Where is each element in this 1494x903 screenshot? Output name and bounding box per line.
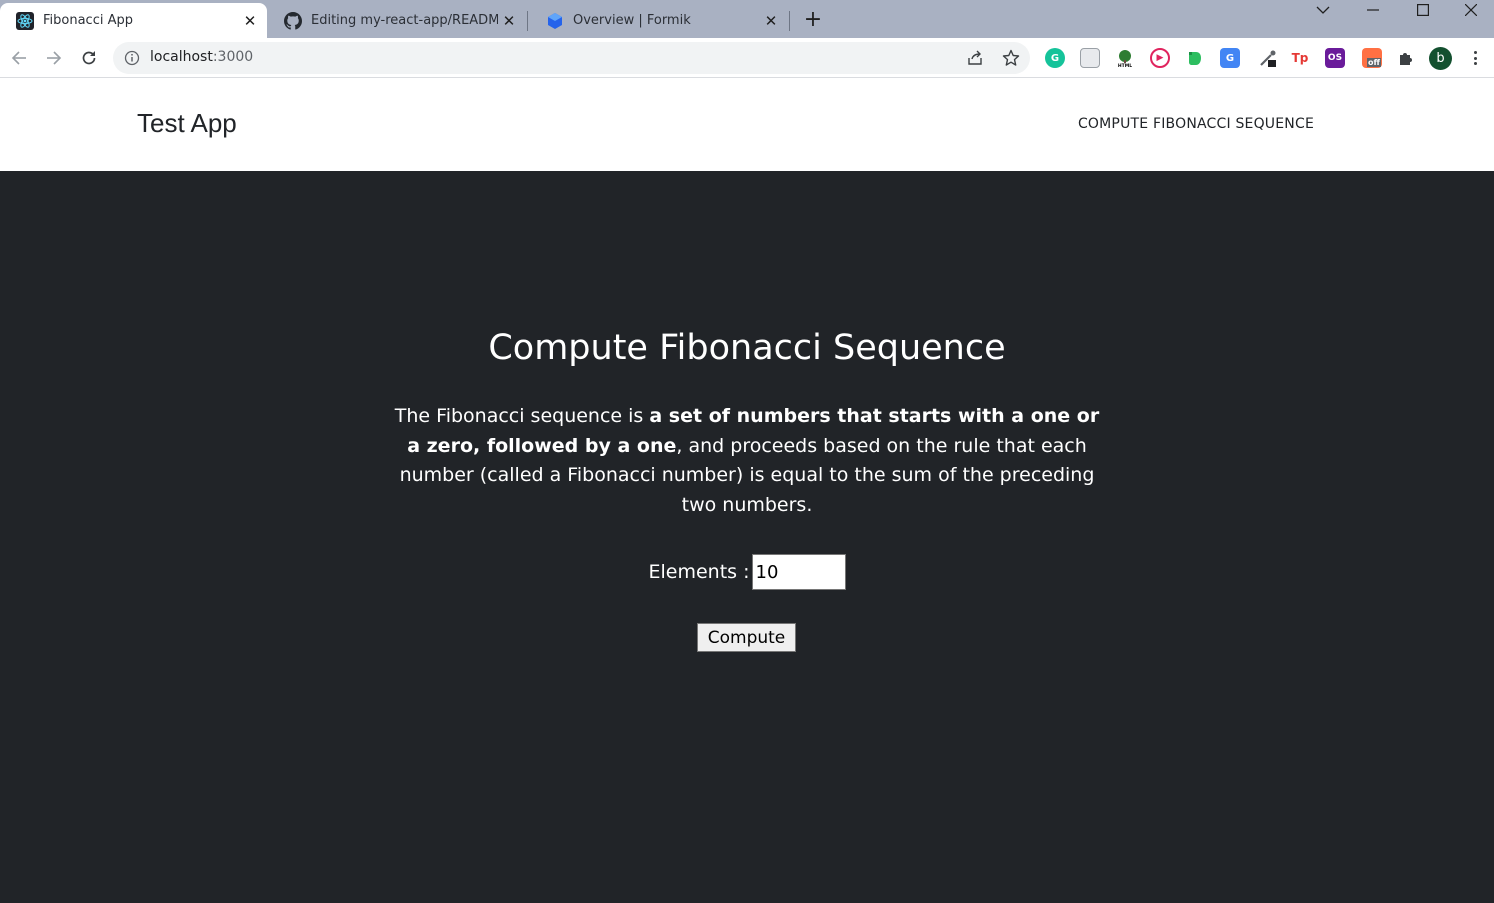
browser-menu-icon[interactable] xyxy=(1466,48,1484,68)
back-arrow-icon[interactable] xyxy=(5,44,33,72)
info-icon[interactable] xyxy=(124,50,140,66)
main-content: Compute Fibonacci Sequence The Fibonacci… xyxy=(0,171,1494,903)
bookmark-star-icon[interactable] xyxy=(1002,49,1020,67)
reload-icon[interactable] xyxy=(75,44,103,72)
nav-link-compute-fibonacci[interactable]: COMPUTE FIBONACCI SEQUENCE xyxy=(1078,116,1314,132)
forward-arrow-icon[interactable] xyxy=(40,44,68,72)
tab-separator xyxy=(527,11,528,31)
url-port: :3000 xyxy=(212,49,254,65)
tab-title: Fibonacci App xyxy=(43,13,133,28)
app-header: Test App COMPUTE FIBONACCI SEQUENCE xyxy=(0,78,1494,171)
tab-search-chevron-icon[interactable] xyxy=(1300,0,1346,20)
close-icon[interactable]: ✕ xyxy=(760,10,782,32)
page-title: Compute Fibonacci Sequence xyxy=(488,328,1006,368)
play-icon[interactable]: ▶ xyxy=(1150,48,1170,68)
svg-text:HTML: HTML xyxy=(1118,63,1132,68)
page-icon[interactable] xyxy=(1080,48,1100,68)
compute-button[interactable]: Compute xyxy=(697,623,796,652)
tab-github-readme[interactable]: Editing my-react-app/README.md ✕ xyxy=(268,3,526,38)
new-tab-button[interactable]: + xyxy=(800,6,826,32)
elements-input[interactable] xyxy=(751,554,846,590)
grammarly-icon[interactable]: G xyxy=(1045,48,1065,68)
tp-icon[interactable]: Tp xyxy=(1290,48,1310,68)
formik-icon xyxy=(546,12,564,30)
html-tree-icon[interactable]: HTML xyxy=(1115,48,1135,68)
description-text: The Fibonacci sequence is a set of numbe… xyxy=(392,402,1102,520)
elements-form-row: Elements : xyxy=(0,554,1494,590)
address-bar[interactable]: localhost:3000 xyxy=(113,42,1030,74)
tab-title: Overview | Formik xyxy=(573,13,691,28)
close-icon[interactable]: ✕ xyxy=(498,10,520,32)
profile-avatar[interactable]: b xyxy=(1429,47,1452,70)
eyedropper-icon[interactable] xyxy=(1258,48,1278,68)
tab-separator xyxy=(789,11,790,31)
puzzle-icon[interactable] xyxy=(1396,48,1416,68)
browser-tab-strip: Fibonacci App ✕ Editing my-react-app/REA… xyxy=(0,0,1494,38)
elements-label: Elements : xyxy=(648,561,750,583)
url-text: localhost:3000 xyxy=(150,49,253,65)
os-icon[interactable]: OS xyxy=(1325,48,1345,68)
react-icon xyxy=(16,11,34,30)
github-icon xyxy=(284,11,302,30)
app-brand[interactable]: Test App xyxy=(137,108,237,139)
tab-fibonacci-app[interactable]: Fibonacci App ✕ xyxy=(0,3,267,38)
share-icon[interactable] xyxy=(966,49,984,67)
evernote-icon[interactable] xyxy=(1185,48,1205,68)
maximize-icon[interactable] xyxy=(1400,0,1446,20)
browser-toolbar: localhost:3000 G HTML ▶ G Tp OS off b xyxy=(0,38,1494,78)
minimize-icon[interactable] xyxy=(1350,0,1396,20)
tab-formik-overview[interactable]: Overview | Formik ✕ xyxy=(530,3,788,38)
off-icon[interactable]: off xyxy=(1362,48,1382,68)
description-part: The Fibonacci sequence is xyxy=(394,405,650,427)
close-icon[interactable]: ✕ xyxy=(239,10,261,32)
window-close-icon[interactable] xyxy=(1448,0,1494,20)
tab-title: Editing my-react-app/README.md xyxy=(311,13,498,28)
url-host: localhost xyxy=(150,49,213,65)
translate-icon[interactable]: G xyxy=(1220,48,1240,68)
